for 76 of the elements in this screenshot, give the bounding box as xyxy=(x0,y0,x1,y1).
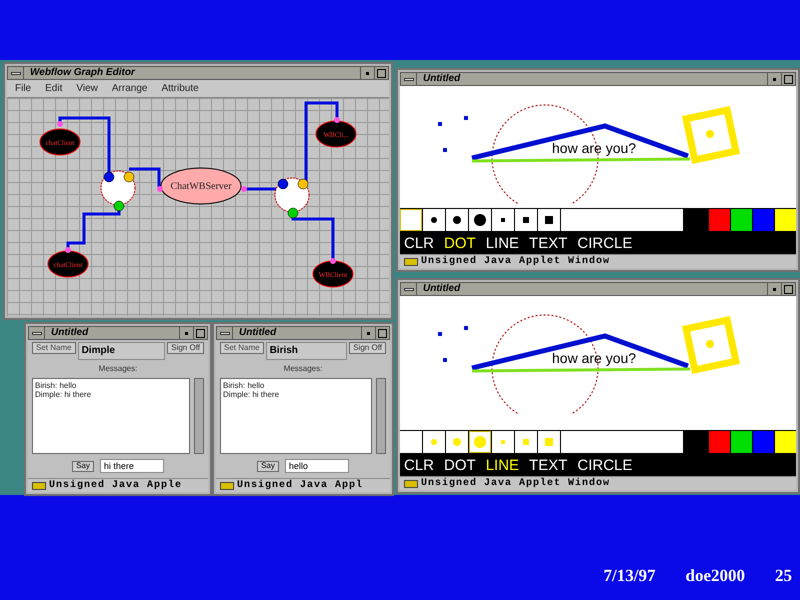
window-title: Untitled xyxy=(422,284,462,294)
color-swatch[interactable] xyxy=(775,209,796,231)
set-name-button[interactable]: Set Name xyxy=(32,342,76,354)
maximize-button[interactable] xyxy=(781,73,795,85)
message-text: Dimple: hi there xyxy=(35,390,92,399)
menu-item[interactable]: Arrange xyxy=(112,81,148,96)
window-menu-button[interactable] xyxy=(401,283,417,295)
maximize-button[interactable] xyxy=(375,327,389,339)
say-button[interactable]: Say xyxy=(72,460,94,472)
hub-node xyxy=(100,170,136,212)
client-node xyxy=(48,247,88,278)
window-title: Untitled xyxy=(50,328,90,338)
color-swatch[interactable] xyxy=(709,209,730,231)
mode-button[interactable]: LINE xyxy=(486,458,520,472)
color-swatch[interactable] xyxy=(753,431,774,453)
maximize-button[interactable] xyxy=(781,283,795,295)
message-input[interactable]: hello xyxy=(284,459,349,473)
window-title: Untitled xyxy=(238,328,278,338)
menu-item[interactable]: View xyxy=(76,81,98,96)
scrollbar[interactable] xyxy=(376,378,386,454)
maximize-button[interactable] xyxy=(193,327,207,339)
sign-off-button[interactable]: Sign Off xyxy=(349,342,386,354)
client-node xyxy=(312,258,354,288)
connector-line xyxy=(244,188,276,190)
color-swatch[interactable] xyxy=(731,431,752,453)
window-menu-button[interactable] xyxy=(29,327,45,339)
scrollbar[interactable] xyxy=(194,378,204,454)
mode-button[interactable]: CIRCLE xyxy=(577,458,632,472)
message-text: Birish: hello xyxy=(35,381,78,390)
menu-item[interactable]: File xyxy=(15,81,32,96)
mode-button[interactable]: TEXT xyxy=(529,458,568,472)
window-title: Untitled xyxy=(422,74,462,84)
name-field[interactable]: Birish xyxy=(266,342,348,360)
set-name-button[interactable]: Set Name xyxy=(220,342,264,354)
sign-off-button[interactable]: Sign Off xyxy=(167,342,204,354)
window-menu-button[interactable] xyxy=(217,327,233,339)
color-swatch[interactable] xyxy=(753,209,774,231)
applet-warning-text: Unsigned Java Apple xyxy=(49,480,182,492)
window-menu-button[interactable] xyxy=(8,67,24,79)
messages-area[interactable]: Birish: hello Dimple: hi there xyxy=(32,378,190,454)
say-button[interactable]: Say xyxy=(257,460,279,472)
mode-button[interactable]: LINE xyxy=(486,236,520,250)
message-text: Birish: hello xyxy=(223,381,266,390)
client-node xyxy=(316,117,356,148)
mode-button[interactable]: DOT xyxy=(444,458,476,472)
canvas-text: how are you? xyxy=(552,141,636,155)
messages-area[interactable]: Birish: hello Dimple: hi there xyxy=(220,378,372,454)
applet-warning-text: Unsigned Java Appl xyxy=(237,480,364,492)
color-swatch[interactable] xyxy=(709,431,730,453)
message-text: Dimple: hi there xyxy=(223,390,280,399)
canvas-text: how are you? xyxy=(552,351,636,365)
message-input[interactable]: hi there xyxy=(100,459,164,473)
messages-label: Messages: xyxy=(98,363,138,375)
slide-project-name: doe2000 xyxy=(686,564,745,586)
mode-button[interactable]: CLR xyxy=(404,458,434,472)
color-swatch[interactable] xyxy=(775,431,796,453)
connector-line xyxy=(129,168,160,189)
mode-button[interactable]: DOT xyxy=(444,236,476,250)
node-label: ChatWBServer xyxy=(170,181,232,192)
messages-label: Messages: xyxy=(282,363,324,375)
slide-date: 7/13/97 xyxy=(604,564,656,586)
applet-warning-text: Unsigned Java Applet Window xyxy=(421,256,610,268)
slide-number: 25 xyxy=(775,564,792,586)
menu-item[interactable]: Edit xyxy=(45,81,62,96)
client-node xyxy=(40,121,80,156)
name-field[interactable]: Dimple xyxy=(78,342,166,360)
color-swatch[interactable] xyxy=(731,209,752,231)
mode-button[interactable]: CLR xyxy=(404,236,434,250)
mode-button[interactable]: TEXT xyxy=(529,236,568,250)
applet-warning-text: Unsigned Java Applet Window xyxy=(421,478,610,490)
window-menu-button[interactable] xyxy=(401,73,417,85)
mode-button[interactable]: CIRCLE xyxy=(577,236,632,250)
menu-item[interactable]: Attribute xyxy=(161,81,199,96)
hub-node xyxy=(274,178,310,218)
window-title: Webflow Graph Editor xyxy=(29,68,136,78)
maximize-button[interactable] xyxy=(374,67,388,79)
